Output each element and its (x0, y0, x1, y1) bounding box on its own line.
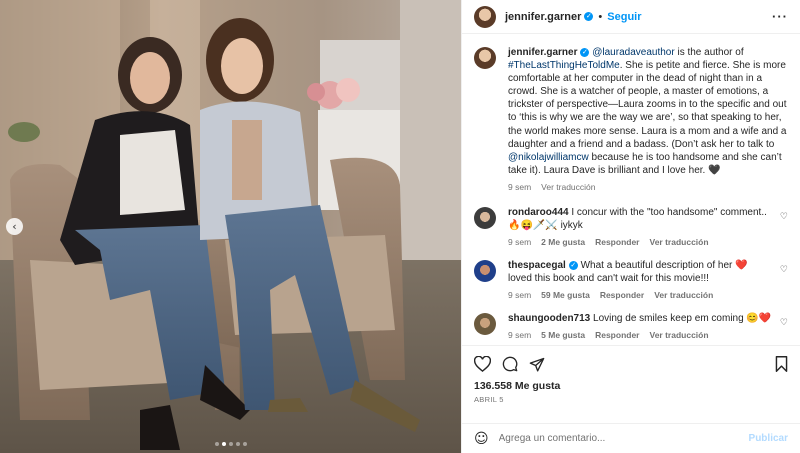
carousel-dot (228, 442, 233, 446)
reply-button[interactable]: Responder (595, 237, 639, 247)
follow-button[interactable]: Seguir (607, 11, 641, 23)
timestamp[interactable]: 9 sem (508, 330, 531, 340)
avatar[interactable] (474, 260, 496, 283)
likes-count[interactable]: 5 Me gusta (541, 330, 585, 340)
comment-username[interactable]: shaungooden713 (508, 313, 590, 324)
caption-meta: 9 sem Ver traducción (508, 182, 788, 192)
mention-link[interactable]: @lauradaveauthor (592, 47, 674, 58)
timestamp[interactable]: 9 sem (508, 237, 531, 247)
carousel-dot-active (221, 442, 226, 446)
comment-meta: 9 sem 2 Me gusta Responder Ver traducció… (508, 237, 774, 247)
carousel-dot (214, 442, 219, 446)
verified-icon: ✓ (584, 12, 594, 21)
bookmark-icon[interactable] (775, 356, 788, 372)
comment-input[interactable] (498, 433, 749, 444)
translate-button[interactable]: Ver traducción (654, 290, 713, 300)
comments-section[interactable]: jennifer.garner ✓ @lauradaveauthor is the… (462, 34, 800, 345)
post-date[interactable]: ABRIL 5 (474, 395, 788, 404)
post-actions: 136.558 Me gusta ABRIL 5 (462, 345, 800, 423)
comment-meta: 9 sem 5 Me gusta Responder Ver traducció… (508, 330, 774, 340)
post-photo[interactable]: ‹ (0, 0, 461, 453)
separator-dot: • (598, 10, 603, 23)
carousel-dot (235, 442, 240, 446)
more-horizontal-icon[interactable]: ··· (772, 9, 788, 24)
avatar[interactable] (474, 5, 496, 28)
likes-count[interactable]: 2 Me gusta (541, 237, 585, 247)
verified-icon: ✓ (568, 260, 578, 270)
hashtag-link[interactable]: #TheLastThingHeToldMe (508, 60, 620, 71)
avatar[interactable] (474, 47, 496, 69)
avatar[interactable] (474, 313, 496, 336)
likes-count[interactable]: 136.558 Me gusta (474, 380, 788, 392)
heart-icon[interactable]: ♡ (780, 318, 788, 328)
reply-button[interactable]: Responder (595, 330, 639, 340)
comment-icon[interactable] (502, 356, 518, 372)
translate-button[interactable]: Ver traducción (541, 182, 595, 192)
mention-link[interactable]: @nikolajwilliamcw (508, 152, 589, 163)
caption-text: . She is petite and fierce. She is more … (508, 60, 787, 150)
translate-button[interactable]: Ver traducción (650, 237, 709, 247)
heart-icon[interactable]: ♡ (780, 265, 788, 275)
comment-meta: 9 sem 59 Me gusta Responder Ver traducci… (508, 290, 774, 300)
emoji-icon[interactable]: ☺ (474, 431, 489, 447)
heart-icon[interactable]: ♡ (780, 212, 788, 222)
carousel-indicator (214, 442, 247, 446)
comment-item: rondaroo444 I concur with the "too hands… (474, 206, 788, 247)
timestamp[interactable]: 9 sem (508, 182, 531, 192)
comment-item: shaungooden713 Loving de smiles keep em … (474, 312, 788, 340)
timestamp[interactable]: 9 sem (508, 290, 531, 300)
chevron-left-icon[interactable]: ‹ (6, 218, 23, 235)
post-caption: jennifer.garner ✓ @lauradaveauthor is the… (474, 46, 788, 192)
reply-button[interactable]: Responder (600, 290, 644, 300)
photo-illustration (0, 0, 461, 453)
caption-text: is the author of (674, 47, 744, 58)
post-view: ‹ jennifer.garner ✓ • Seguir ··· jennife… (0, 0, 800, 453)
post-header: jennifer.garner ✓ • Seguir ··· (462, 0, 800, 34)
comment-username[interactable]: rondaroo444 (508, 207, 569, 218)
translate-button[interactable]: Ver traducción (650, 330, 709, 340)
verified-icon: ✓ (580, 47, 590, 57)
share-icon[interactable] (529, 357, 545, 372)
likes-count[interactable]: 59 Me gusta (541, 290, 590, 300)
avatar[interactable] (474, 206, 496, 229)
publish-button[interactable]: Publicar (749, 433, 788, 444)
carousel-dot (242, 442, 247, 446)
caption-username[interactable]: jennifer.garner (508, 47, 577, 58)
comment-item: thespacegal ✓ What a beautiful descriptio… (474, 259, 788, 300)
comment-composer: ☺ Publicar (462, 423, 800, 453)
header-username[interactable]: jennifer.garner (505, 11, 581, 23)
heart-icon[interactable] (474, 356, 491, 372)
comment-username[interactable]: thespacegal (508, 260, 566, 271)
post-panel: jennifer.garner ✓ • Seguir ··· jennifer.… (461, 0, 800, 453)
comment-text: Loving de smiles keep em coming 😊❤️ (590, 313, 772, 325)
